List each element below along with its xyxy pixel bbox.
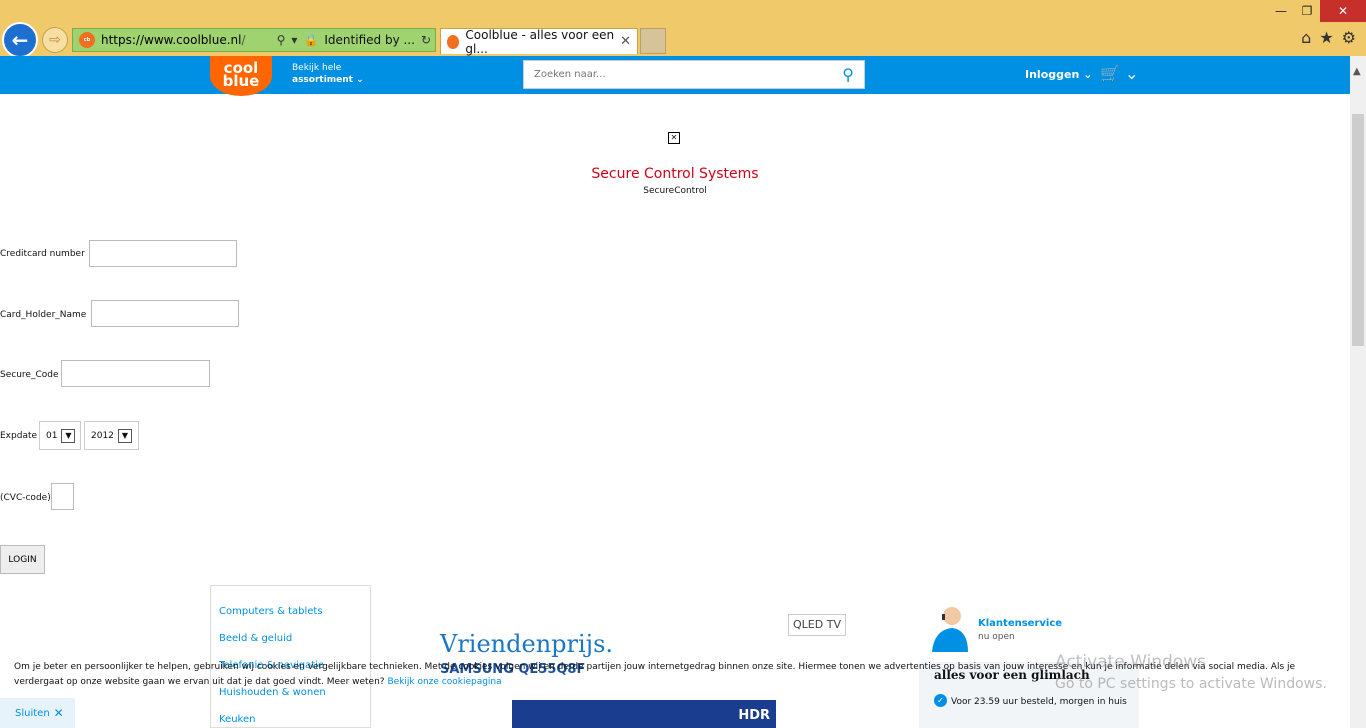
year-select[interactable]: 2012 ▼ — [84, 421, 139, 450]
hdr-badge: HDR — [738, 708, 770, 723]
gear-icon[interactable]: ⚙ — [1342, 28, 1356, 47]
category-item[interactable]: Computers & tablets — [219, 606, 323, 617]
check-icon: ✓ — [934, 694, 947, 707]
lock-icon[interactable]: 🔒 — [303, 33, 318, 47]
form-title: Secure Control Systems — [591, 166, 759, 182]
login-link[interactable]: Inloggen ⌄ — [1025, 68, 1092, 81]
cookie-page-link[interactable]: Bekijk onze cookiepagina — [387, 677, 501, 687]
chevron-down-icon: ▼ — [61, 428, 76, 443]
secure-code-input[interactable] — [61, 360, 210, 387]
creditcard-input[interactable] — [89, 240, 237, 267]
search-icon[interactable]: ⚲ — [277, 33, 286, 47]
dropdown-arrow-icon[interactable]: ▾ — [291, 33, 297, 47]
assortment-line-2: assortiment ⌄ — [292, 75, 364, 85]
tab-favicon-icon — [447, 34, 460, 49]
activation-watermark-title: Activate Windows — [1055, 652, 1206, 672]
scroll-up-icon[interactable]: ▲ — [1353, 66, 1361, 77]
home-icon[interactable]: ⌂ — [1301, 28, 1311, 47]
qled-logo: QLED TV — [788, 614, 846, 636]
close-tab-icon[interactable]: ✕ — [620, 34, 631, 49]
maximize-button[interactable]: ❐ — [1294, 0, 1320, 22]
card-holder-input[interactable] — [91, 300, 239, 327]
site-favicon-icon: cb — [79, 32, 95, 48]
scroll-thumb[interactable] — [1352, 114, 1364, 346]
customer-service-link[interactable]: Klantenservice — [978, 618, 1062, 629]
year-value: 2012 — [91, 430, 114, 441]
cookie-close-label: Sluiten — [15, 707, 50, 719]
identity-label[interactable]: Identified by ... — [324, 33, 415, 47]
month-value: 01 — [46, 430, 58, 441]
browser-chrome: ← ⇨ cb https://www. coolblue.nl / ⚲ ▾ 🔒 Id… — [0, 0, 1366, 58]
customer-service-status: nu open — [978, 632, 1015, 642]
cookie-close-button[interactable]: Sluiten ✕ — [0, 698, 75, 728]
activation-watermark-text: Go to PC settings to activate Windows. — [1055, 676, 1327, 692]
month-select[interactable]: 01 ▼ — [39, 421, 81, 450]
service-agent-avatar — [932, 607, 968, 652]
tab-title: Coolblue - alles voor een gl... — [465, 27, 615, 56]
vertical-scrollbar[interactable]: ▲ — [1350, 56, 1366, 728]
cvc-label: (CVC-code) — [0, 493, 51, 503]
creditcard-label: Creditcard number — [0, 249, 85, 259]
broken-image-icon: ✕ — [668, 132, 680, 144]
category-item[interactable]: Keuken — [219, 714, 255, 725]
cvc-input[interactable] — [51, 483, 74, 510]
new-tab-button[interactable] — [640, 28, 666, 54]
forward-button[interactable]: ⇨ — [42, 27, 68, 53]
minimize-button[interactable]: — — [1268, 0, 1294, 22]
chevron-down-icon: ▼ — [117, 428, 132, 443]
browser-window: ← ⇨ cb https://www. coolblue.nl / ⚲ ▾ 🔒 Id… — [0, 0, 1366, 728]
card-holder-label: Card_Holder_Name — [0, 310, 87, 320]
url-domain: coolblue.nl — [176, 33, 242, 47]
site-header: cool blue Bekijk hele assortiment ⌄ ⚲ In… — [0, 56, 1350, 96]
browser-tab[interactable]: Coolblue - alles voor een gl... ✕ — [440, 27, 638, 56]
arrow-left-icon: ← — [11, 28, 29, 52]
usp-text: Voor 23.59 uur besteld, morgen in huis — [951, 697, 1127, 707]
cart-icon: 🛒 — [1100, 64, 1120, 83]
url-scheme: https://www. — [101, 33, 177, 47]
promo-headline: Vriendenprijs. — [440, 630, 614, 658]
address-bar[interactable]: cb https://www. coolblue.nl / ⚲ ▾ 🔒 Identi… — [72, 28, 436, 52]
star-icon[interactable]: ★ — [1319, 28, 1333, 47]
assortment-menu[interactable]: Bekijk hele assortiment ⌄ — [292, 62, 364, 86]
browser-toolbar-icons: ⌂ ★ ⚙ — [1301, 28, 1356, 47]
logo-line-2: blue — [222, 72, 260, 90]
search-input[interactable] — [524, 69, 824, 80]
coolblue-logo[interactable]: cool blue — [210, 56, 272, 96]
form-subtitle: SecureControl — [643, 186, 707, 196]
close-icon: ✕ — [53, 706, 64, 720]
url-path: / — [241, 33, 246, 47]
close-window-button[interactable]: ✕ — [1320, 0, 1366, 22]
site-search: ⚲ — [523, 60, 865, 89]
refresh-icon[interactable]: ↻ — [421, 33, 431, 47]
cart-caret: ⌄ — [1125, 64, 1139, 83]
category-item[interactable]: Beeld & geluid — [219, 633, 292, 644]
cart-button[interactable]: 🛒 ⌄ — [1100, 64, 1138, 83]
secure-code-label: Secure_Code — [0, 370, 59, 380]
arrow-right-icon: ⇨ — [49, 32, 61, 48]
search-icon[interactable]: ⚲ — [842, 65, 854, 84]
tv-image[interactable]: HDR — [512, 700, 776, 728]
category-menu: Computers & tablets Beeld & geluid Telef… — [210, 585, 371, 728]
login-button[interactable]: LOGIN — [0, 545, 45, 574]
back-button[interactable]: ← — [2, 22, 38, 58]
expdate-label: Expdate — [0, 431, 38, 441]
assortment-line-1: Bekijk hele — [292, 63, 342, 73]
